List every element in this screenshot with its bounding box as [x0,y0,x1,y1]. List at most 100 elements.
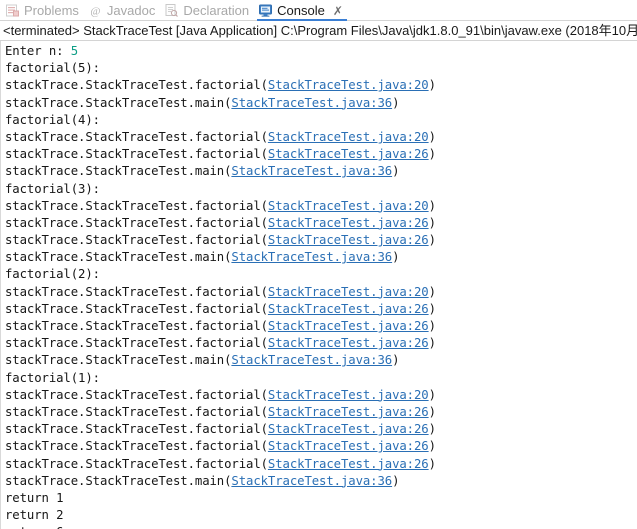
console-text: ) [392,164,400,179]
console-text: ) [392,250,400,265]
stack-trace-link[interactable]: StackTraceTest.java:26 [268,336,429,350]
console-line: stackTrace.StackTraceTest.factorial(Stac… [5,335,637,352]
console-line: stackTrace.StackTraceTest.main(StackTrac… [5,95,637,112]
console-text: ) [428,147,436,162]
console-text: ) [428,78,436,93]
console-line: stackTrace.StackTraceTest.factorial(Stac… [5,284,637,301]
console-text: ) [392,473,400,488]
console-text: return 6 [5,525,64,529]
console-text: factorial(2): [5,267,100,282]
console-line: stackTrace.StackTraceTest.main(StackTrac… [5,249,637,266]
console-text: stackTrace.StackTraceTest.factorial( [5,456,268,471]
tab-label: Problems [24,2,79,18]
console-text: ) [428,198,436,213]
console-line: stackTrace.StackTraceTest.factorial(Stac… [5,421,637,438]
console-text: stackTrace.StackTraceTest.main( [5,95,232,110]
console-line: stackTrace.StackTraceTest.factorial(Stac… [5,198,637,215]
console-line: stackTrace.StackTraceTest.factorial(Stac… [5,404,637,421]
console-text: stackTrace.StackTraceTest.factorial( [5,78,268,93]
console-line: stackTrace.StackTraceTest.factorial(Stac… [5,301,637,318]
console-line: return 1 [5,490,637,507]
console-text: ) [428,387,436,402]
console-user-input: 5 [70,44,79,58]
console-text: stackTrace.StackTraceTest.factorial( [5,215,268,230]
tab-label: Declaration [183,2,250,18]
console-text: stackTrace.StackTraceTest.main( [5,353,232,368]
stack-trace-link[interactable]: StackTraceTest.java:36 [231,250,392,264]
stack-trace-link[interactable]: StackTraceTest.java:20 [268,199,429,213]
console-icon [258,3,273,18]
console-text: ) [428,422,436,437]
declaration-icon [164,3,179,18]
console-text: stackTrace.StackTraceTest.factorial( [5,319,268,333]
stack-trace-link[interactable]: StackTraceTest.java:20 [268,285,429,299]
console-text: ) [428,336,436,351]
stack-trace-link[interactable]: StackTraceTest.java:26 [268,439,429,453]
console-line: factorial(5): [5,60,637,77]
stack-trace-link[interactable]: StackTraceTest.java:26 [268,319,429,333]
stack-trace-link[interactable]: StackTraceTest.java:26 [268,216,429,230]
console-text: factorial(1): [5,370,100,385]
console-text: ) [428,284,436,299]
stack-trace-link[interactable]: StackTraceTest.java:20 [268,388,429,402]
console-text: ) [428,456,436,471]
console-text: return 1 [5,490,64,505]
console-text: stackTrace.StackTraceTest.factorial( [5,198,268,213]
console-text: ) [428,319,436,333]
tab-console[interactable]: Console ✗ [255,1,349,21]
console-line: stackTrace.StackTraceTest.factorial(Stac… [5,318,637,335]
console-line: stackTrace.StackTraceTest.factorial(Stac… [5,387,637,404]
console-text: ) [428,439,436,454]
console-line: stackTrace.StackTraceTest.main(StackTrac… [5,163,637,180]
svg-text:@: @ [90,6,100,18]
console-text: stackTrace.StackTraceTest.factorial( [5,233,268,248]
console-line: stackTrace.StackTraceTest.factorial(Stac… [5,438,637,455]
stack-trace-link[interactable]: StackTraceTest.java:26 [268,405,429,419]
console-line: Enter n: 5 [5,43,637,60]
close-icon[interactable]: ✗ [333,1,343,21]
console-text: factorial(5): [5,61,100,76]
tab-problems[interactable]: Problems [2,1,85,21]
console-text: stackTrace.StackTraceTest.factorial( [5,147,268,162]
stack-trace-link[interactable]: StackTraceTest.java:20 [268,130,429,144]
console-text: stackTrace.StackTraceTest.factorial( [5,404,268,419]
console-text: ) [428,215,436,230]
console-text: ) [428,404,436,419]
console-text: stackTrace.StackTraceTest.main( [5,164,232,179]
console-text: ) [428,301,436,316]
console-text: ) [428,233,436,248]
console-line: stackTrace.StackTraceTest.factorial(Stac… [5,146,637,163]
stack-trace-link[interactable]: StackTraceTest.java:36 [231,96,392,110]
console-text: ) [392,353,400,368]
tab-javadoc[interactable]: @ Javadoc [85,1,161,21]
stack-trace-link[interactable]: StackTraceTest.java:26 [268,302,429,316]
console-line: return 2 [5,507,637,524]
console-line: factorial(2): [5,266,637,283]
stack-trace-link[interactable]: StackTraceTest.java:26 [268,233,429,247]
stack-trace-link[interactable]: StackTraceTest.java:20 [268,78,429,92]
tab-declaration[interactable]: Declaration [161,1,255,21]
terminated-process-header: <terminated> StackTraceTest [Java Applic… [0,21,637,41]
stack-trace-link[interactable]: StackTraceTest.java:26 [268,147,429,161]
console-text: stackTrace.StackTraceTest.factorial( [5,439,268,454]
stack-trace-link[interactable]: StackTraceTest.java:26 [268,457,429,471]
stack-trace-link[interactable]: StackTraceTest.java:26 [268,422,429,436]
console-text: ) [428,129,436,144]
console-text: ) [392,95,400,110]
console-line: return 6 [5,524,637,529]
tab-label: Javadoc [106,2,156,18]
javadoc-at-icon: @ [88,3,103,18]
console-text: stackTrace.StackTraceTest.factorial( [5,284,268,299]
problems-icon [5,3,20,18]
console-line: stackTrace.StackTraceTest.main(StackTrac… [5,473,637,490]
console-text: stackTrace.StackTraceTest.factorial( [5,422,268,437]
console-text: stackTrace.StackTraceTest.factorial( [5,387,268,402]
console-line: stackTrace.StackTraceTest.factorial(Stac… [5,129,637,146]
stack-trace-link[interactable]: StackTraceTest.java:36 [231,164,392,178]
console-text: stackTrace.StackTraceTest.main( [5,473,232,488]
console-line: factorial(1): [5,370,637,387]
stack-trace-link[interactable]: StackTraceTest.java:36 [231,474,392,488]
console-output-area[interactable]: Enter n: 5 factorial(5): stackTrace.StackT… [0,41,637,529]
stack-trace-link[interactable]: StackTraceTest.java:36 [231,353,392,367]
console-text: stackTrace.StackTraceTest.factorial( [5,129,268,144]
